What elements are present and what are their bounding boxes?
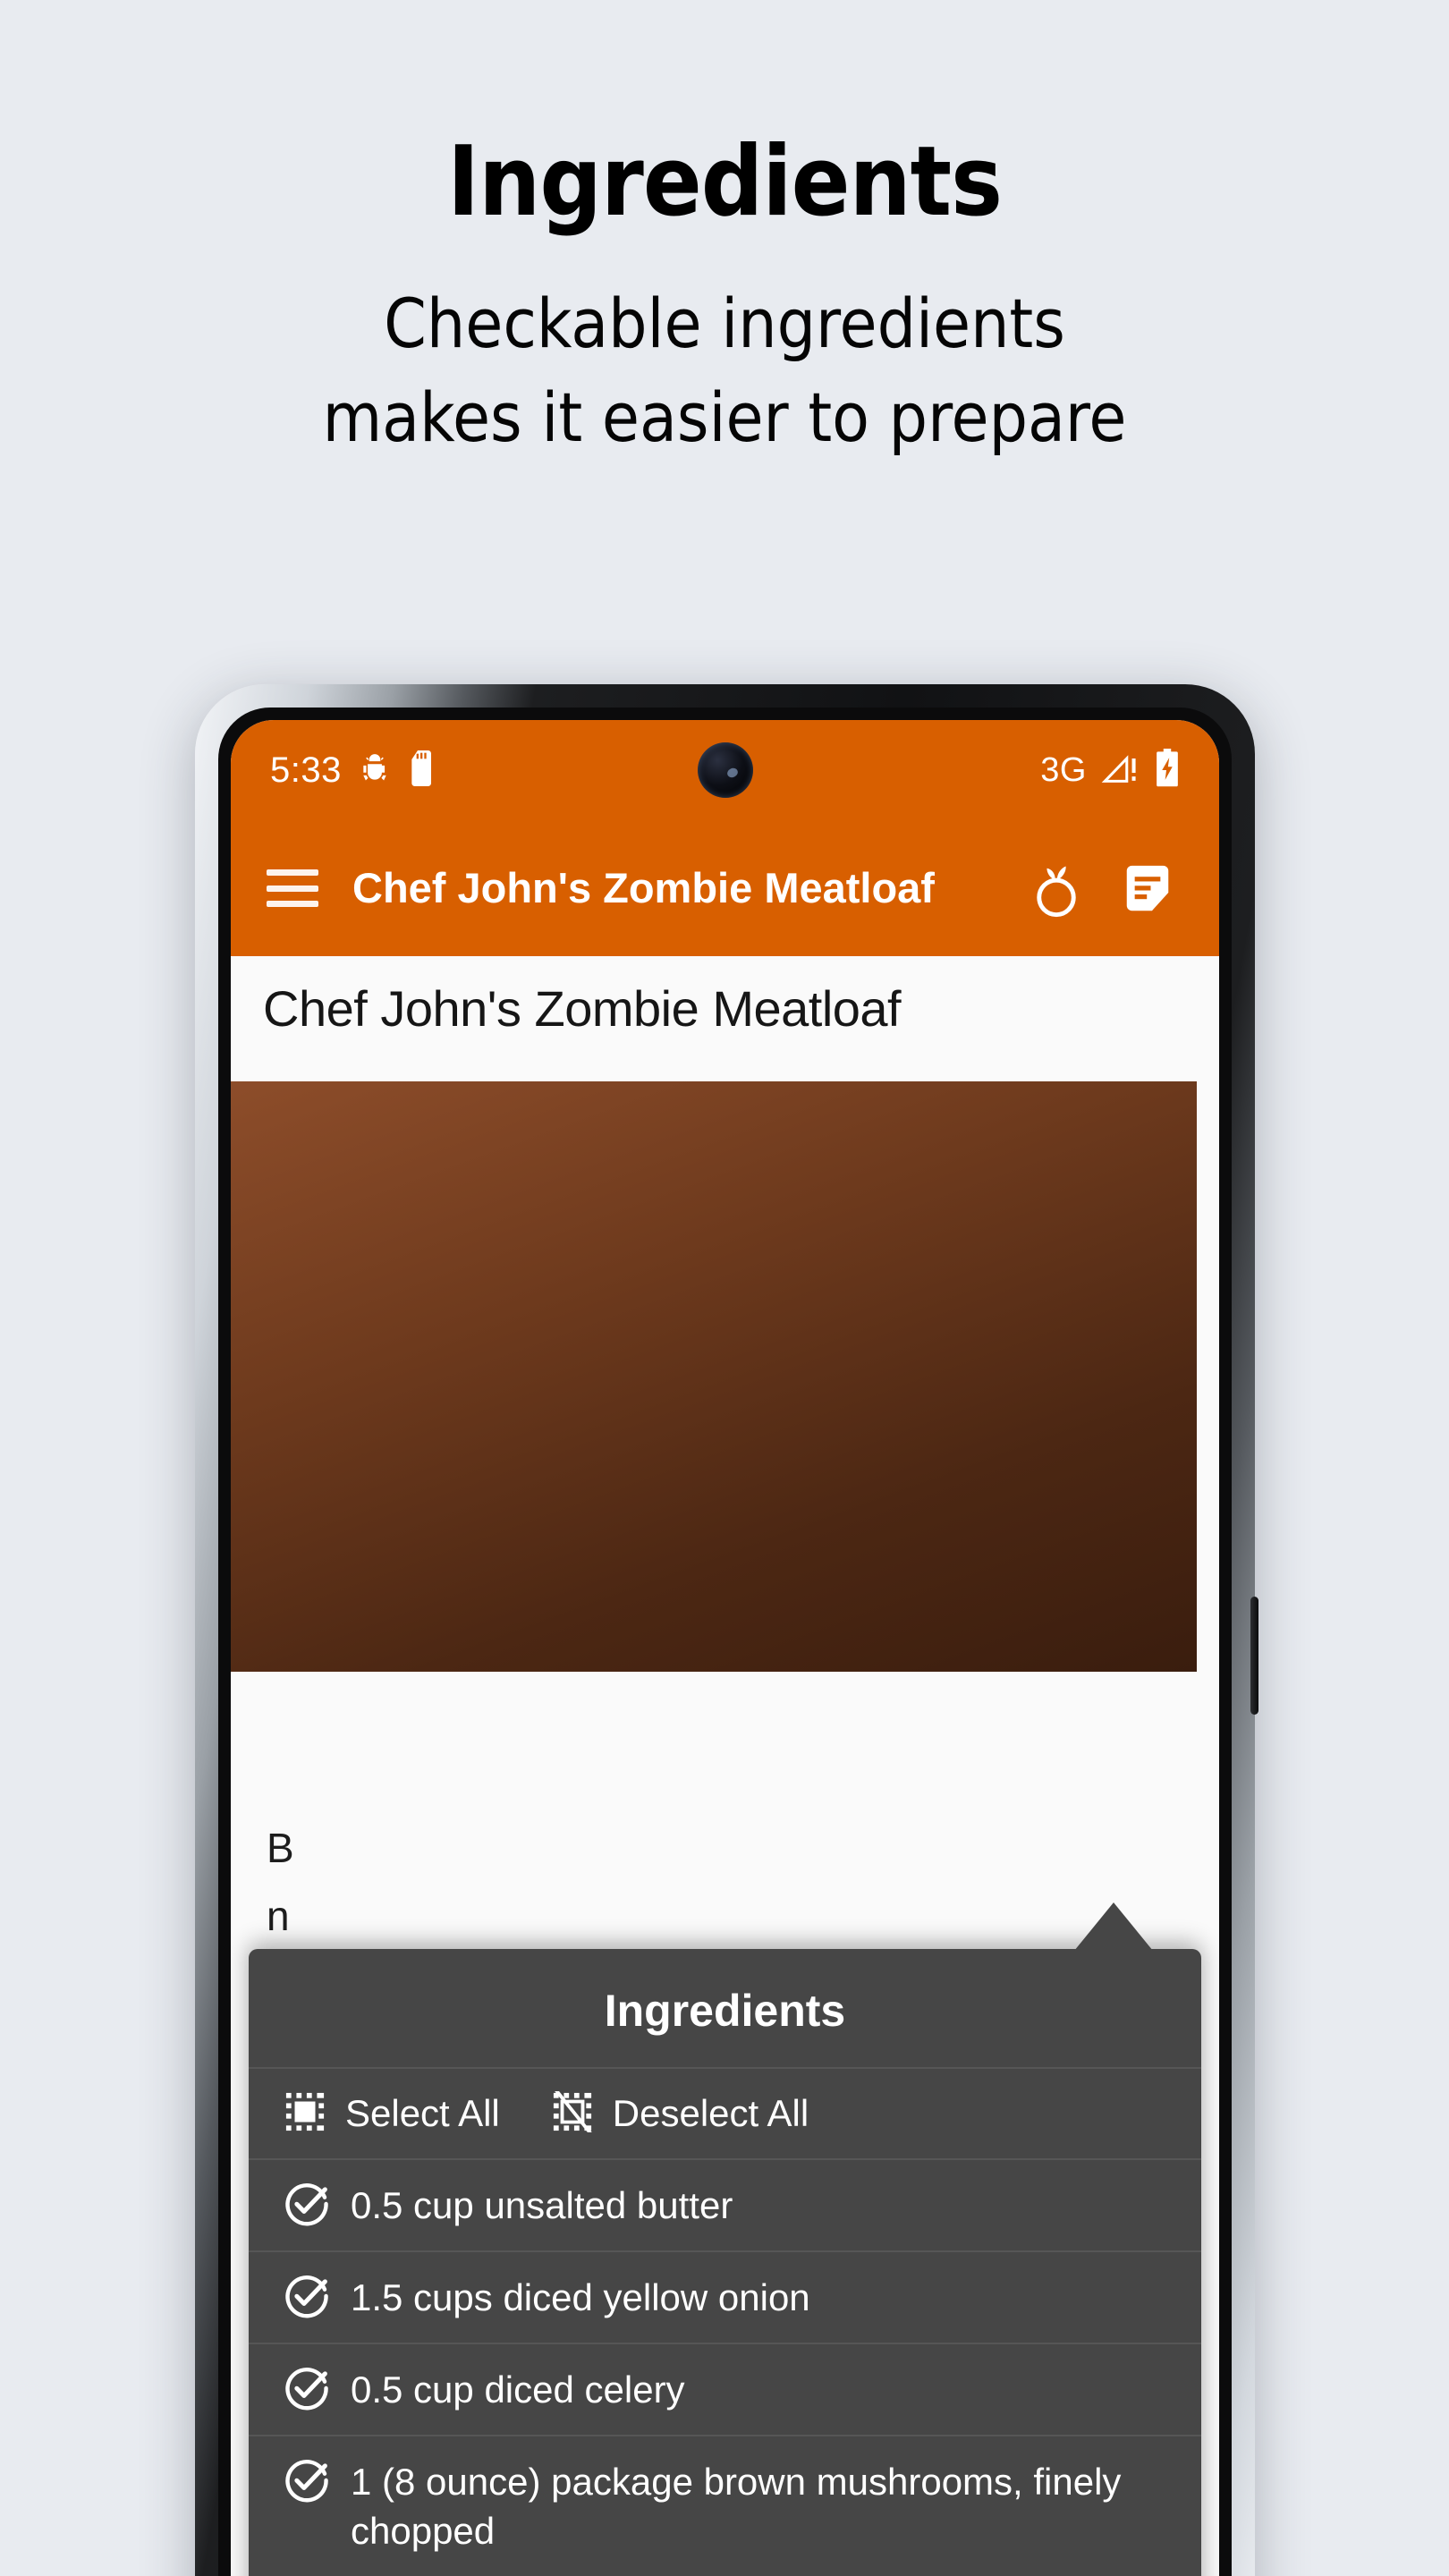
status-bar-right: 3G xyxy=(1040,748,1180,792)
select-all-icon xyxy=(284,2091,326,2137)
sd-card-icon xyxy=(408,750,436,791)
promo-subtitle: Checkable ingredients makes it easier to… xyxy=(0,277,1449,465)
network-type-label: 3G xyxy=(1040,750,1087,789)
recipe-body-line-2: n xyxy=(267,1892,290,1939)
promo-subtitle-line-1: Checkable ingredients xyxy=(384,284,1065,363)
signal-warning-icon xyxy=(1101,750,1140,792)
app-bar: Chef John's Zombie Meatloaf xyxy=(231,820,1219,956)
ingredient-label: 0.5 cup diced celery xyxy=(351,2368,685,2411)
deselect-all-icon xyxy=(552,2089,593,2137)
ingredient-checked-icon[interactable] xyxy=(284,2366,329,2415)
camera-punch-hole xyxy=(697,742,753,798)
android-debug-icon xyxy=(358,751,392,790)
app-bar-title: Chef John's Zombie Meatloaf xyxy=(352,864,935,912)
select-all-label: Select All xyxy=(345,2092,500,2134)
deselect-all-label: Deselect All xyxy=(612,2092,809,2134)
ingredient-checked-icon[interactable] xyxy=(284,2458,329,2507)
battery-charging-icon xyxy=(1155,748,1180,792)
ingredient-row[interactable]: 0.5 cup unsalted butter xyxy=(249,2160,1201,2252)
ingredients-list: 0.5 cup unsalted butter 1.5 cups diced y… xyxy=(249,2160,1201,2576)
deselect-all-button[interactable]: Deselect All xyxy=(552,2089,809,2137)
recipe-page: Chef John's Zombie Meatloaf B n g Ingred… xyxy=(231,956,1219,2576)
promo-subtitle-line-2: makes it easier to prepare xyxy=(322,377,1127,457)
dialog-action-bar: Select All Deselect All xyxy=(249,2067,1201,2160)
power-button[interactable] xyxy=(1250,1597,1258,1715)
ingredient-row[interactable]: 1 (8 ounce) package brown mushrooms, fin… xyxy=(249,2436,1201,2576)
dialog-caret xyxy=(1074,1902,1153,1951)
phone-device-frame: 5:33 3G Chef John's Zombie Meatloaf Chef… xyxy=(195,684,1258,2576)
ingredient-row[interactable]: 0.5 cup diced celery xyxy=(249,2344,1201,2436)
ingredient-label: 0.5 cup unsalted butter xyxy=(351,2184,733,2226)
recipe-page-title: Chef John's Zombie Meatloaf xyxy=(263,980,902,1037)
ingredient-checked-icon[interactable] xyxy=(284,2274,329,2323)
phone-bezel: 5:33 3G Chef John's Zombie Meatloaf Chef… xyxy=(218,708,1232,2576)
ingredient-label: 1 (8 ounce) package brown mushrooms, fin… xyxy=(351,2461,1122,2553)
notes-icon[interactable] xyxy=(1119,860,1176,917)
fruit-icon[interactable] xyxy=(1028,860,1085,918)
ingredient-label: 1.5 cups diced yellow onion xyxy=(351,2276,810,2318)
ingredient-row[interactable]: 1.5 cups diced yellow onion xyxy=(249,2252,1201,2344)
status-bar: 5:33 3G xyxy=(231,720,1219,820)
status-bar-left: 5:33 xyxy=(270,750,436,791)
select-all-button[interactable]: Select All xyxy=(284,2091,500,2137)
hamburger-menu-icon[interactable] xyxy=(267,869,318,907)
promo-title: Ingredients xyxy=(447,126,1003,238)
ingredient-checked-icon[interactable] xyxy=(284,2182,329,2231)
app-bar-actions xyxy=(1028,860,1189,918)
recipe-body-line-1: B xyxy=(267,1825,294,1871)
ingredients-dialog: Ingredients Select All Deselect All 0.5 … xyxy=(249,1902,1201,2576)
promo-header: Ingredients Checkable ingredients makes … xyxy=(0,0,1449,465)
status-time: 5:33 xyxy=(270,750,342,790)
phone-screen: 5:33 3G Chef John's Zombie Meatloaf Chef… xyxy=(231,720,1219,2576)
recipe-photo xyxy=(231,1081,1197,1672)
dialog-title: Ingredients xyxy=(604,1986,846,2036)
